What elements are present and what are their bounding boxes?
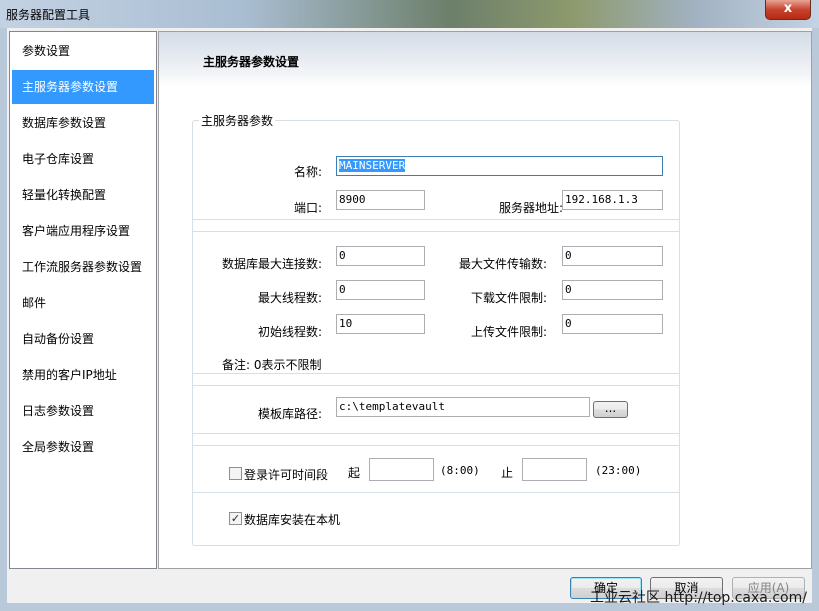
panel-header: 主服务器参数设置 xyxy=(159,32,811,86)
close-button[interactable]: x xyxy=(765,0,811,20)
sidebar-item-params[interactable]: 参数设置 xyxy=(12,34,154,68)
db-local-checkbox[interactable]: ✓ xyxy=(229,512,242,525)
sidebar-item-workflow[interactable]: 工作流服务器参数设置 xyxy=(12,250,154,284)
template-path-input[interactable]: c:\templatevault xyxy=(336,397,590,417)
divider xyxy=(193,231,679,232)
init-threads-input[interactable]: 10 xyxy=(336,314,425,334)
to-time-input[interactable] xyxy=(522,458,587,481)
max-db-conn-input[interactable]: 0 xyxy=(336,246,425,266)
divider xyxy=(193,373,679,374)
dialog-client: 参数设置 主服务器参数设置 数据库参数设置 电子仓库设置 轻量化转换配置 客户端… xyxy=(7,28,812,603)
port-label: 端口: xyxy=(293,201,322,215)
sidebar-item-main-server[interactable]: 主服务器参数设置 xyxy=(12,70,154,104)
to-hint: (23:00) xyxy=(595,464,642,477)
sidebar-item-log[interactable]: 日志参数设置 xyxy=(12,394,154,428)
sidebar-item-blocked-ip[interactable]: 禁用的客户IP地址 xyxy=(12,358,154,392)
port-input[interactable]: 8900 xyxy=(336,190,425,210)
divider xyxy=(193,219,679,220)
name-input[interactable]: MAINSERVER xyxy=(336,156,663,176)
upload-limit-label: 上传文件限制: xyxy=(470,325,547,339)
upload-limit-input[interactable]: 0 xyxy=(562,314,663,334)
window-title: 服务器配置工具 xyxy=(6,8,91,22)
sidebar-item-vault[interactable]: 电子仓库设置 xyxy=(12,142,154,176)
sidebar-item-backup[interactable]: 自动备份设置 xyxy=(12,322,154,356)
sidebar-nav: 参数设置 主服务器参数设置 数据库参数设置 电子仓库设置 轻量化转换配置 客户端… xyxy=(9,31,157,569)
from-time-input[interactable] xyxy=(369,458,434,481)
login-window-checkbox[interactable] xyxy=(229,467,242,480)
sidebar-item-database[interactable]: 数据库参数设置 xyxy=(12,106,154,140)
close-icon: x xyxy=(783,1,793,16)
sidebar-item-global[interactable]: 全局参数设置 xyxy=(12,430,154,464)
from-hint: (8:00) xyxy=(440,464,480,477)
group-title: 主服务器参数 xyxy=(199,112,276,129)
db-local-label: 数据库安装在本机 xyxy=(244,513,341,527)
checkmark-icon: ✓ xyxy=(230,512,241,525)
watermark: 工业云社区 http://top.caxa.com/ xyxy=(590,590,807,606)
init-threads-label: 初始线程数: xyxy=(257,325,322,339)
max-file-transfer-input[interactable]: 0 xyxy=(562,246,663,266)
title-bar: 服务器配置工具 x xyxy=(0,0,819,28)
max-threads-input[interactable]: 0 xyxy=(336,280,425,300)
download-limit-label: 下载文件限制: xyxy=(470,291,547,305)
sidebar-item-lightweight[interactable]: 轻量化转换配置 xyxy=(12,178,154,212)
sidebar-item-client-apps[interactable]: 客户端应用程序设置 xyxy=(12,214,154,248)
download-limit-input[interactable]: 0 xyxy=(562,280,663,300)
name-label: 名称: xyxy=(293,165,322,179)
address-input[interactable]: 192.168.1.3 xyxy=(562,190,663,210)
address-label: 服务器地址: xyxy=(498,201,563,215)
sidebar-item-mail[interactable]: 邮件 xyxy=(12,286,154,320)
login-window-label: 登录许可时间段 xyxy=(244,468,329,482)
divider xyxy=(193,492,679,493)
max-db-conn-label: 数据库最大连接数: xyxy=(221,257,322,271)
max-threads-label: 最大线程数: xyxy=(257,291,322,305)
name-value: MAINSERVER xyxy=(339,159,406,172)
max-file-transfer-label: 最大文件传输数: xyxy=(458,257,547,271)
main-server-group: 主服务器参数 名称: MAINSERVER 端口: 8900 服务器地址: 19… xyxy=(192,112,680,546)
divider xyxy=(193,385,679,386)
from-label: 起 xyxy=(348,466,361,480)
to-label: 止 xyxy=(501,466,514,480)
divider xyxy=(193,433,679,434)
note-text: 备注: 0表示不限制 xyxy=(222,358,322,372)
page-title: 主服务器参数设置 xyxy=(203,55,300,69)
settings-panel: 主服务器参数设置 主服务器参数 名称: MAINSERVER 端口: 8900 … xyxy=(158,31,812,569)
template-path-label: 模板库路径: xyxy=(257,407,322,421)
divider xyxy=(193,445,679,446)
browse-button[interactable]: ... xyxy=(593,401,628,418)
